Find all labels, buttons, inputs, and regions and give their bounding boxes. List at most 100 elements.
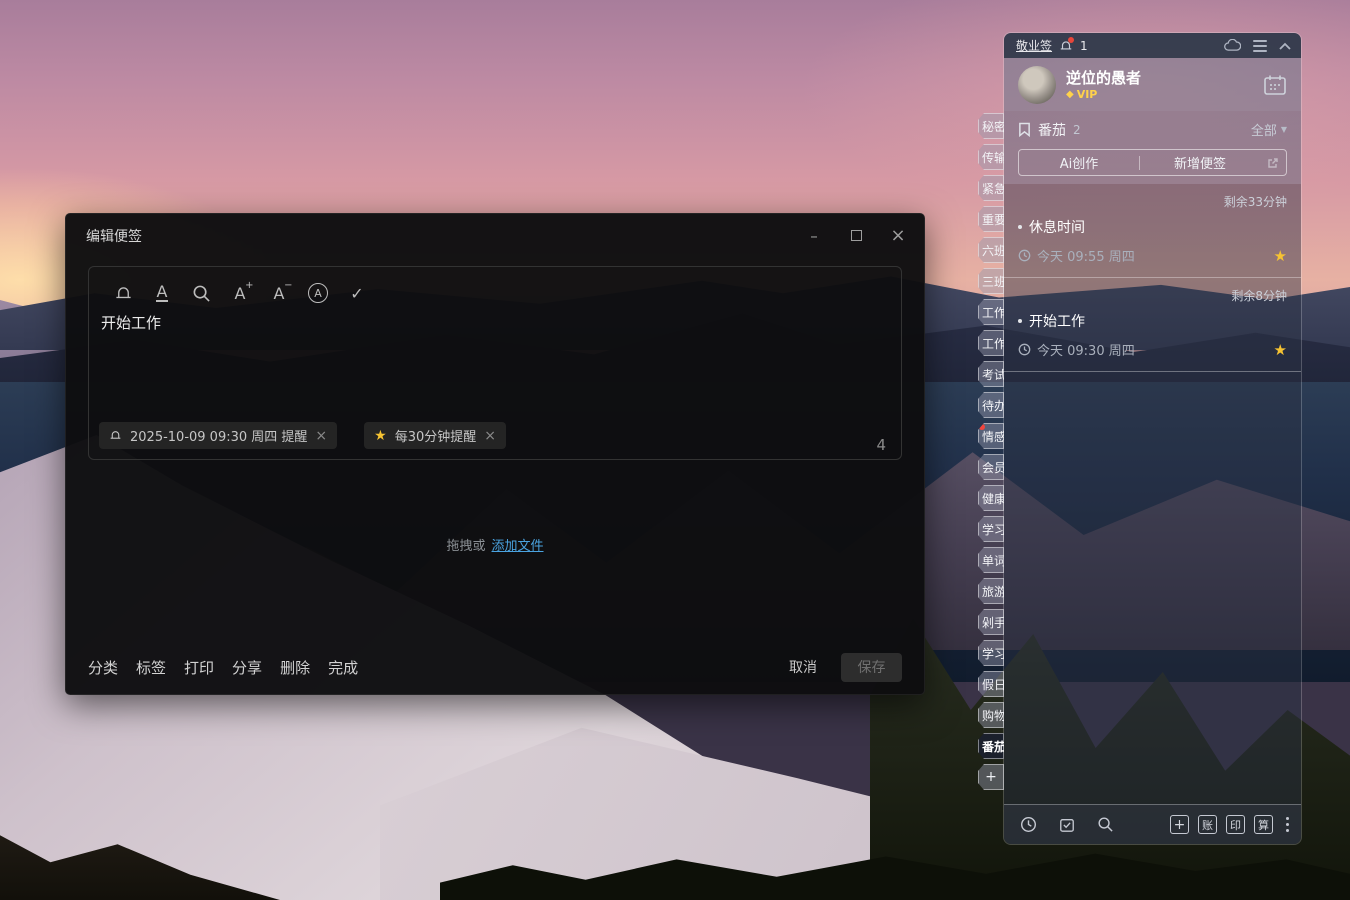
note-item[interactable]: 剩余33分钟 休息时间 今天 09:55 周四 ★ <box>1004 184 1301 278</box>
attachment-dropzone[interactable]: 拖拽或 添加文件 <box>66 460 924 628</box>
category-tab[interactable]: 情感 <box>978 423 1004 449</box>
footer-action[interactable]: 打印 <box>184 657 214 678</box>
todo-calendar-icon[interactable] <box>1059 817 1075 833</box>
category-tab[interactable]: 六班 <box>978 237 1004 263</box>
category-tab[interactable]: 工作 <box>978 299 1004 325</box>
toolbar-left <box>1020 816 1114 833</box>
category-tab[interactable]: 工作 <box>978 330 1004 356</box>
notification-count: 1 <box>1080 39 1088 53</box>
note-remaining: 剩余8分钟 <box>1018 287 1287 304</box>
more-icon[interactable] <box>1286 817 1289 832</box>
category-name[interactable]: 番茄 <box>1038 120 1066 140</box>
ai-create-button[interactable]: Ai创作 <box>1019 153 1139 172</box>
minimize-icon[interactable]: – <box>806 229 822 243</box>
category-tab[interactable]: 健康 <box>978 485 1004 511</box>
remove-repeat-icon[interactable]: × <box>484 428 496 444</box>
calculator-icon[interactable]: 算 <box>1254 815 1273 834</box>
auto-convert-icon[interactable]: A <box>308 282 328 304</box>
footer-action[interactable]: 分类 <box>88 657 118 678</box>
category-tab[interactable]: 旅游 <box>978 578 1004 604</box>
star-icon[interactable]: ★ <box>1274 247 1287 265</box>
editor-footer-actions: 分类标签打印分享删除完成 <box>88 657 358 678</box>
category-tab[interactable]: 重要 <box>978 206 1004 232</box>
user-section: 逆位的愚者 ◆ VIP <box>1004 58 1301 111</box>
category-tab[interactable]: 三班 <box>978 268 1004 294</box>
category-tab[interactable]: 假日 <box>978 671 1004 697</box>
print-icon[interactable]: 印 <box>1226 815 1245 834</box>
category-tab[interactable]: 购物 <box>978 702 1004 728</box>
clock-icon <box>1018 343 1031 356</box>
time-reminder-icon[interactable] <box>1020 816 1037 833</box>
category-tab[interactable]: 学习 <box>978 640 1004 666</box>
ledger-icon[interactable]: 账 <box>1198 815 1217 834</box>
panel-toolbar: + 账 印 算 <box>1004 804 1301 844</box>
add-category-tab[interactable]: + <box>978 764 1004 790</box>
category-tab[interactable]: 会员 <box>978 454 1004 480</box>
note-title: 开始工作 <box>1029 311 1085 331</box>
char-count: 4 <box>876 436 886 454</box>
footer-action[interactable]: 分享 <box>232 657 262 678</box>
new-note-icon[interactable]: + <box>1170 815 1189 834</box>
calendar-icon[interactable] <box>1263 74 1287 96</box>
font-color-icon[interactable]: A <box>152 282 172 304</box>
cloud-sync-icon[interactable] <box>1224 39 1241 52</box>
category-tab[interactable]: 考试 <box>978 361 1004 387</box>
close-icon[interactable]: × <box>890 229 906 243</box>
search-icon[interactable] <box>191 282 211 304</box>
footer-right: 取消 保存 <box>789 653 902 682</box>
popout-icon[interactable] <box>1260 157 1286 169</box>
filter-dropdown[interactable]: 全部 ▼ <box>1251 120 1287 139</box>
gem-icon: ◆ <box>1066 89 1074 100</box>
add-file-link[interactable]: 添加文件 <box>492 535 544 554</box>
panel-title-right <box>1224 39 1291 52</box>
category-tab[interactable]: 单词 <box>978 547 1004 573</box>
bell-icon <box>109 429 122 442</box>
category-count: 2 <box>1073 123 1081 137</box>
avatar[interactable] <box>1018 66 1056 104</box>
note-text[interactable]: 开始工作 <box>89 304 901 333</box>
note-title-row: 开始工作 <box>1018 311 1287 331</box>
tab-alert-dot <box>979 424 985 430</box>
chevron-down-icon: ▼ <box>1281 125 1287 134</box>
category-tab[interactable]: 剁手 <box>978 609 1004 635</box>
app-title[interactable]: 敬业签 <box>1016 37 1052 54</box>
note-time: 今天 09:55 周四 <box>1018 246 1135 265</box>
repeat-tag[interactable]: ★ 每30分钟提醒 × <box>364 422 506 449</box>
save-button[interactable]: 保存 <box>841 653 902 682</box>
category-tab[interactable]: 待办 <box>978 392 1004 418</box>
search-icon[interactable] <box>1097 816 1114 833</box>
font-decrease-icon[interactable]: A− <box>269 282 289 304</box>
note-item[interactable]: 剩余8分钟 开始工作 今天 09:30 周四 ★ <box>1004 278 1301 372</box>
cancel-button[interactable]: 取消 <box>789 657 817 677</box>
collapse-icon[interactable] <box>1279 42 1291 50</box>
filter-label: 全部 <box>1251 120 1277 139</box>
notification-bell-icon[interactable] <box>1059 39 1073 53</box>
reminder-bell-icon[interactable] <box>113 282 133 304</box>
repeat-tag-label: 每30分钟提醒 <box>395 426 477 445</box>
note-content-box: A A+ A− A ✓ 开始工作 2025-10-09 09:30 周四 提醒 × ★ … <box>88 266 902 460</box>
category-tab[interactable]: 番茄 <box>978 733 1004 759</box>
reminder-tag[interactable]: 2025-10-09 09:30 周四 提醒 × <box>99 422 337 449</box>
category-tabs: 秘密传输紧急重要六班三班工作工作考试待办情感会员健康学习单词旅游剁手学习假日购物… <box>978 113 1004 790</box>
note-time: 今天 09:30 周四 <box>1018 340 1135 359</box>
category-tab[interactable]: 紧急 <box>978 175 1004 201</box>
note-remaining: 剩余33分钟 <box>1018 193 1287 210</box>
category-left: 番茄 2 <box>1018 120 1081 140</box>
dialog-titlebar: 编辑便签 – × <box>66 214 924 246</box>
menu-icon[interactable] <box>1253 40 1267 52</box>
category-tab[interactable]: 传输 <box>978 144 1004 170</box>
new-note-button[interactable]: 新增便签 <box>1140 153 1260 172</box>
star-icon[interactable]: ★ <box>1274 341 1287 359</box>
category-tab[interactable]: 学习 <box>978 516 1004 542</box>
check-icon[interactable]: ✓ <box>347 282 367 304</box>
maximize-icon[interactable] <box>848 229 864 243</box>
font-increase-icon[interactable]: A+ <box>230 282 250 304</box>
footer-action[interactable]: 完成 <box>328 657 358 678</box>
footer-action[interactable]: 标签 <box>136 657 166 678</box>
bullet-icon <box>1018 319 1022 323</box>
note-time-row: 今天 09:30 周四 ★ <box>1018 340 1287 359</box>
remove-reminder-icon[interactable]: × <box>315 428 327 444</box>
star-icon: ★ <box>374 428 387 444</box>
footer-action[interactable]: 删除 <box>280 657 310 678</box>
category-tab[interactable]: 秘密 <box>978 113 1004 139</box>
